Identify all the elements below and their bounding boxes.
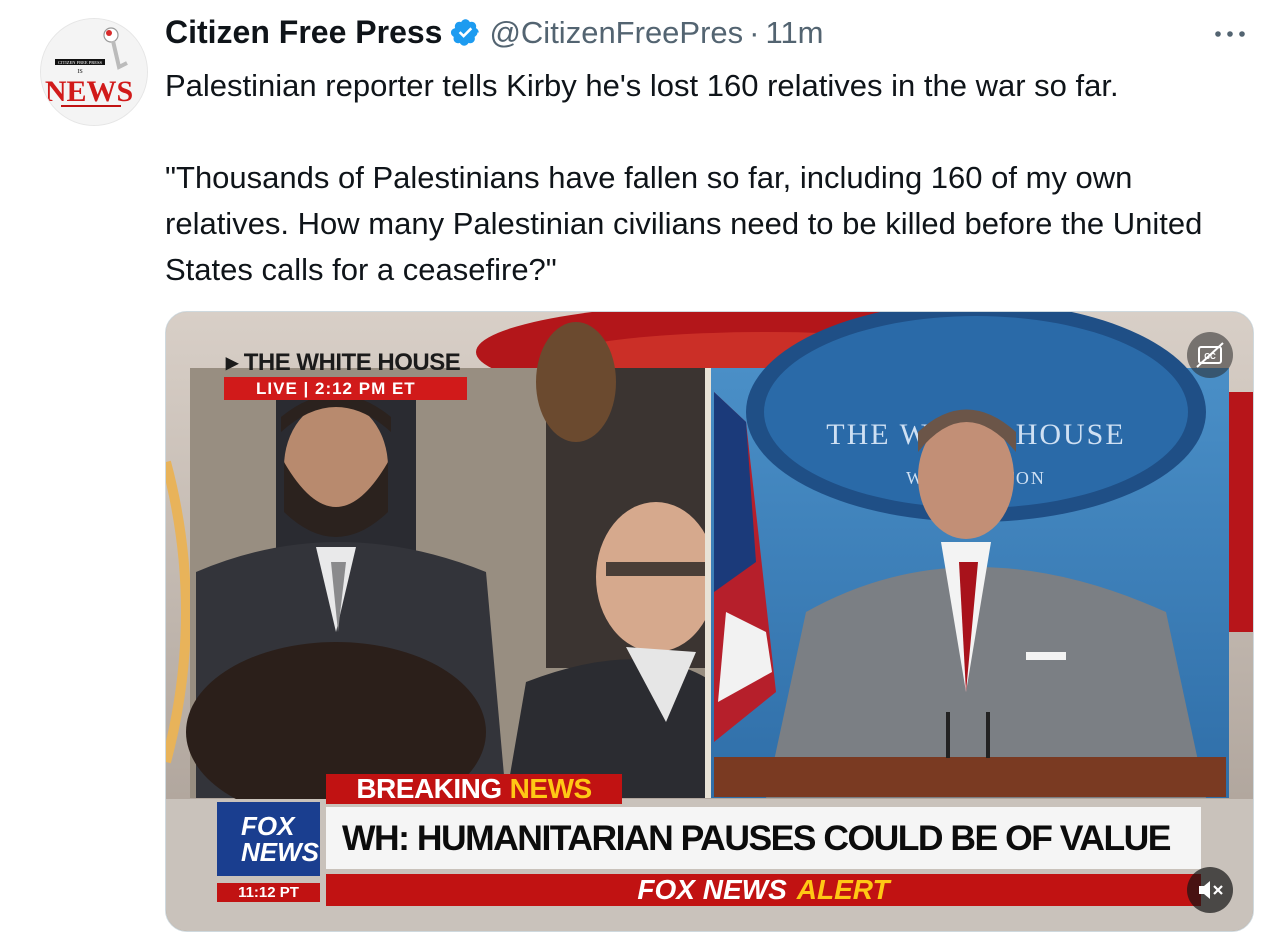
tweet-paragraph: Palestinian reporter tells Kirby he's lo… <box>165 68 1119 103</box>
svg-text:NEWS: NEWS <box>45 75 133 108</box>
separator-dot: · <box>749 14 760 50</box>
fox-news-logo: FOX NEWS <box>217 802 320 876</box>
mute-icon <box>1199 881 1223 899</box>
tweet-text: Palestinian reporter tells Kirby he's lo… <box>165 63 1255 293</box>
more-options-icon[interactable] <box>1210 20 1250 48</box>
live-indicator: LIVE | 2:12 PM ET <box>224 377 467 400</box>
closed-captions-button[interactable]: CC <box>1187 332 1233 378</box>
mute-button[interactable] <box>1187 867 1233 913</box>
fox-time: 11:12 PT <box>217 883 320 902</box>
tweet-header: Citizen Free Press @CitizenFreePres · 11… <box>165 14 824 51</box>
tweet-timestamp[interactable]: 11m <box>766 15 824 51</box>
fox-news-alert-bar: FOX NEWS ALERT <box>326 874 1201 906</box>
tweet-paragraph: "Thousands of Palestinians have fallen s… <box>165 160 1203 287</box>
news-headline: WH: HUMANITARIAN PAUSES COULD BE OF VALU… <box>326 807 1201 869</box>
author-handle[interactable]: @CitizenFreePres <box>489 15 743 51</box>
location-label: ▸ THE WHITE HOUSE <box>226 349 461 376</box>
avatar[interactable]: CITIZEN FREE PRESS IS NEWS <box>40 18 148 126</box>
svg-text:CITIZEN FREE PRESS: CITIZEN FREE PRESS <box>58 60 103 65</box>
breaking-news-tag: BREAKING NEWS <box>326 773 622 804</box>
avatar-news-logo: CITIZEN FREE PRESS IS NEWS <box>41 19 147 125</box>
closed-captions-icon: CC <box>1196 342 1224 368</box>
author-name[interactable]: Citizen Free Press <box>165 14 442 51</box>
verified-badge-icon <box>451 19 480 46</box>
video-player[interactable]: THE WHITE HOUSE WASHINGTON ▸ THE WHITE H… <box>165 311 1254 932</box>
